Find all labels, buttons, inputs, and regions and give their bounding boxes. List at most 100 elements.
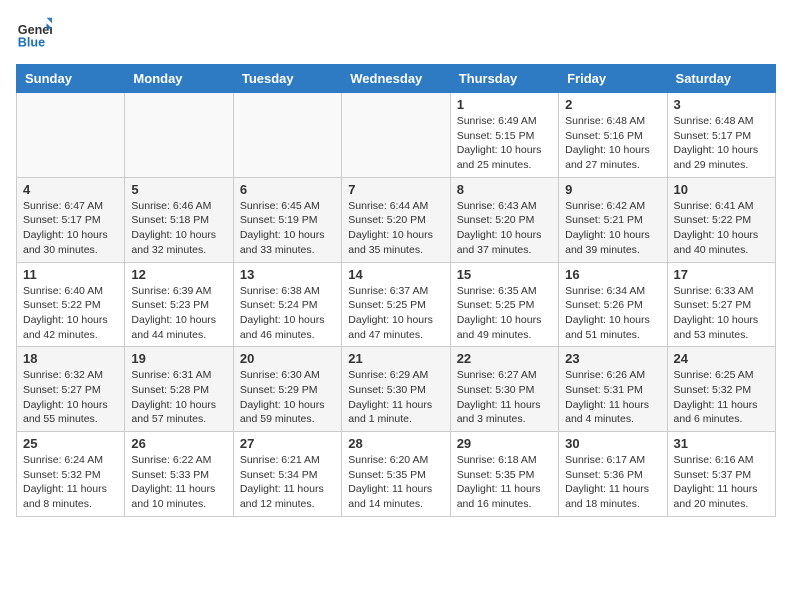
- day-number: 26: [131, 436, 226, 451]
- day-info: Sunrise: 6:27 AM Sunset: 5:30 PM Dayligh…: [457, 368, 552, 427]
- calendar-cell: 13 Sunrise: 6:38 AM Sunset: 5:24 PM Dayli…: [233, 262, 341, 347]
- calendar-cell: [125, 93, 233, 178]
- day-info: Sunrise: 6:16 AM Sunset: 5:37 PM Dayligh…: [674, 453, 769, 512]
- day-number: 21: [348, 351, 443, 366]
- day-number: 31: [674, 436, 769, 451]
- calendar-week-row: 4 Sunrise: 6:47 AM Sunset: 5:17 PM Daylig…: [17, 177, 776, 262]
- calendar-cell: 28Sunrise: 6:20 AM Sunset: 5:35 PM Dayli…: [342, 432, 450, 517]
- day-number: 25: [23, 436, 118, 451]
- calendar-cell: 11 Sunrise: 6:40 AM Sunset: 5:22 PM Dayli…: [17, 262, 125, 347]
- day-info: Sunrise: 6:35 AM Sunset: 5:25 PM Dayligh…: [457, 284, 552, 343]
- day-number: 23: [565, 351, 660, 366]
- day-number: 24: [674, 351, 769, 366]
- day-info: Sunrise: 6:30 AM Sunset: 5:29 PM Dayligh…: [240, 368, 335, 427]
- day-number: 16: [565, 267, 660, 282]
- calendar-cell: 30 Sunrise: 6:17 AM Sunset: 5:36 PM Dayli…: [559, 432, 667, 517]
- day-number: 13: [240, 267, 335, 282]
- calendar-cell: [17, 93, 125, 178]
- day-info: Sunrise: 6:48 AM Sunset: 5:16 PM Dayligh…: [565, 114, 660, 173]
- day-number: 7: [348, 182, 443, 197]
- day-number: 19: [131, 351, 226, 366]
- day-number: 20: [240, 351, 335, 366]
- day-number: 3: [674, 97, 769, 112]
- day-info: Sunrise: 6:21 AM Sunset: 5:34 PM Dayligh…: [240, 453, 335, 512]
- calendar-cell: [342, 93, 450, 178]
- day-info: Sunrise: 6:38 AM Sunset: 5:24 PM Dayligh…: [240, 284, 335, 343]
- day-info: Sunrise: 6:22 AM Sunset: 5:33 PM Dayligh…: [131, 453, 226, 512]
- calendar-week-row: 11 Sunrise: 6:40 AM Sunset: 5:22 PM Dayli…: [17, 262, 776, 347]
- day-info: Sunrise: 6:26 AM Sunset: 5:31 PM Dayligh…: [565, 368, 660, 427]
- day-info: Sunrise: 6:40 AM Sunset: 5:22 PM Dayligh…: [23, 284, 118, 343]
- svg-text:Blue: Blue: [18, 36, 45, 50]
- day-number: 17: [674, 267, 769, 282]
- calendar-cell: 22 Sunrise: 6:27 AM Sunset: 5:30 PM Dayli…: [450, 347, 558, 432]
- calendar-cell: 6 Sunrise: 6:45 AM Sunset: 5:19 PM Daylig…: [233, 177, 341, 262]
- calendar-cell: 8 Sunrise: 6:43 AM Sunset: 5:20 PM Daylig…: [450, 177, 558, 262]
- day-number: 6: [240, 182, 335, 197]
- weekday-header: Wednesday: [342, 65, 450, 93]
- day-info: Sunrise: 6:29 AM Sunset: 5:30 PM Dayligh…: [348, 368, 443, 427]
- day-number: 5: [131, 182, 226, 197]
- calendar-table: SundayMondayTuesdayWednesdayThursdayFrid…: [16, 64, 776, 517]
- day-info: Sunrise: 6:17 AM Sunset: 5:36 PM Dayligh…: [565, 453, 660, 512]
- day-info: Sunrise: 6:41 AM Sunset: 5:22 PM Dayligh…: [674, 199, 769, 258]
- day-info: Sunrise: 6:46 AM Sunset: 5:18 PM Dayligh…: [131, 199, 226, 258]
- calendar-cell: 4 Sunrise: 6:47 AM Sunset: 5:17 PM Daylig…: [17, 177, 125, 262]
- day-number: 28: [348, 436, 443, 451]
- logo-icon: General Blue: [16, 16, 52, 52]
- calendar-cell: 2 Sunrise: 6:48 AM Sunset: 5:16 PM Daylig…: [559, 93, 667, 178]
- day-number: 2: [565, 97, 660, 112]
- day-info: Sunrise: 6:33 AM Sunset: 5:27 PM Dayligh…: [674, 284, 769, 343]
- calendar-cell: 12 Sunrise: 6:39 AM Sunset: 5:23 PM Dayli…: [125, 262, 233, 347]
- day-info: Sunrise: 6:34 AM Sunset: 5:26 PM Dayligh…: [565, 284, 660, 343]
- day-info: Sunrise: 6:25 AM Sunset: 5:32 PM Dayligh…: [674, 368, 769, 427]
- calendar-cell: 25 Sunrise: 6:24 AM Sunset: 5:32 PM Dayli…: [17, 432, 125, 517]
- day-number: 15: [457, 267, 552, 282]
- calendar-week-row: 25 Sunrise: 6:24 AM Sunset: 5:32 PM Dayli…: [17, 432, 776, 517]
- day-info: Sunrise: 6:48 AM Sunset: 5:17 PM Dayligh…: [674, 114, 769, 173]
- day-number: 12: [131, 267, 226, 282]
- calendar-cell: 21 Sunrise: 6:29 AM Sunset: 5:30 PM Dayli…: [342, 347, 450, 432]
- day-info: Sunrise: 6:39 AM Sunset: 5:23 PM Dayligh…: [131, 284, 226, 343]
- weekday-header: Tuesday: [233, 65, 341, 93]
- weekday-header: Saturday: [667, 65, 775, 93]
- day-number: 4: [23, 182, 118, 197]
- calendar-cell: 3 Sunrise: 6:48 AM Sunset: 5:17 PM Daylig…: [667, 93, 775, 178]
- day-info: Sunrise: 6:49 AM Sunset: 5:15 PM Dayligh…: [457, 114, 552, 173]
- day-info: Sunrise: 6:32 AM Sunset: 5:27 PM Dayligh…: [23, 368, 118, 427]
- page-header: General Blue: [16, 16, 776, 52]
- calendar-cell: 31 Sunrise: 6:16 AM Sunset: 5:37 PM Dayli…: [667, 432, 775, 517]
- day-info: Sunrise: 6:31 AM Sunset: 5:28 PM Dayligh…: [131, 368, 226, 427]
- day-number: 30: [565, 436, 660, 451]
- day-number: 22: [457, 351, 552, 366]
- day-number: 1: [457, 97, 552, 112]
- day-number: 27: [240, 436, 335, 451]
- calendar-cell: 26 Sunrise: 6:22 AM Sunset: 5:33 PM Dayli…: [125, 432, 233, 517]
- day-number: 18: [23, 351, 118, 366]
- calendar-cell: 27 Sunrise: 6:21 AM Sunset: 5:34 PM Dayli…: [233, 432, 341, 517]
- calendar-cell: 29Sunrise: 6:18 AM Sunset: 5:35 PM Dayli…: [450, 432, 558, 517]
- day-info: Sunrise: 6:44 AM Sunset: 5:20 PM Dayligh…: [348, 199, 443, 258]
- calendar-cell: 24 Sunrise: 6:25 AM Sunset: 5:32 PM Dayli…: [667, 347, 775, 432]
- day-info: Sunrise: 6:37 AM Sunset: 5:25 PM Dayligh…: [348, 284, 443, 343]
- calendar-cell: 16 Sunrise: 6:34 AM Sunset: 5:26 PM Dayli…: [559, 262, 667, 347]
- calendar-cell: 23 Sunrise: 6:26 AM Sunset: 5:31 PM Dayli…: [559, 347, 667, 432]
- calendar-cell: 18 Sunrise: 6:32 AM Sunset: 5:27 PM Dayli…: [17, 347, 125, 432]
- calendar-cell: 10 Sunrise: 6:41 AM Sunset: 5:22 PM Dayli…: [667, 177, 775, 262]
- calendar-cell: 5 Sunrise: 6:46 AM Sunset: 5:18 PM Daylig…: [125, 177, 233, 262]
- day-number: 10: [674, 182, 769, 197]
- day-info: Sunrise: 6:47 AM Sunset: 5:17 PM Dayligh…: [23, 199, 118, 258]
- calendar-week-row: 1 Sunrise: 6:49 AM Sunset: 5:15 PM Daylig…: [17, 93, 776, 178]
- logo: General Blue: [16, 16, 52, 52]
- day-number: 8: [457, 182, 552, 197]
- weekday-header: Thursday: [450, 65, 558, 93]
- day-info: Sunrise: 6:24 AM Sunset: 5:32 PM Dayligh…: [23, 453, 118, 512]
- calendar-cell: [233, 93, 341, 178]
- weekday-header: Sunday: [17, 65, 125, 93]
- weekday-header-row: SundayMondayTuesdayWednesdayThursdayFrid…: [17, 65, 776, 93]
- calendar-cell: 15 Sunrise: 6:35 AM Sunset: 5:25 PM Dayli…: [450, 262, 558, 347]
- day-info: Sunrise: 6:43 AM Sunset: 5:20 PM Dayligh…: [457, 199, 552, 258]
- day-info: Sunrise: 6:45 AM Sunset: 5:19 PM Dayligh…: [240, 199, 335, 258]
- day-number: 29: [457, 436, 552, 451]
- day-number: 11: [23, 267, 118, 282]
